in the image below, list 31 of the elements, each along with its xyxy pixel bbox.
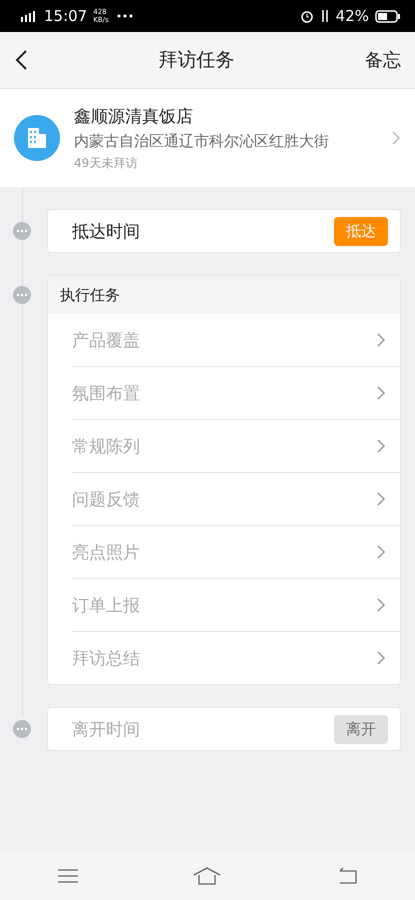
building-icon bbox=[14, 115, 60, 161]
chevron-icon bbox=[376, 491, 386, 507]
chevron-icon bbox=[376, 650, 386, 666]
leave-time-label: 离开时间 bbox=[72, 718, 141, 740]
task-header: 执行任务 bbox=[60, 286, 120, 304]
store-name: 鑫顺源清真饭店 bbox=[74, 106, 194, 128]
chevron-icon bbox=[376, 544, 386, 560]
memo-button[interactable]: 备忘 bbox=[365, 48, 401, 72]
store-address: 内蒙古自治区通辽市科尔沁区红胜大街 bbox=[74, 132, 330, 150]
clock-time: 15:07 bbox=[44, 7, 88, 25]
store-card[interactable]: 鑫顺源清真饭店 内蒙古自治区通辽市科尔沁区红胜大街 49天未拜访 bbox=[0, 89, 415, 187]
back-icon[interactable] bbox=[14, 49, 28, 71]
more-icon bbox=[12, 719, 32, 739]
chevron-icon bbox=[376, 385, 386, 401]
battery-icon bbox=[375, 10, 401, 22]
battery-percent: 42% bbox=[336, 7, 369, 25]
page-title: 拜访任务 bbox=[158, 48, 236, 73]
more-icon bbox=[12, 221, 32, 241]
menu-icon[interactable] bbox=[57, 868, 80, 884]
home-icon[interactable] bbox=[193, 867, 222, 885]
more-icon bbox=[12, 285, 32, 305]
arrive-button[interactable]: 抵达 bbox=[334, 216, 388, 246]
signal-icon bbox=[20, 9, 38, 23]
more-icon bbox=[117, 14, 134, 18]
chevron-icon bbox=[391, 130, 401, 146]
chevron-icon bbox=[376, 438, 386, 454]
chevron-icon bbox=[376, 332, 386, 348]
arrive-time-label: 抵达时间 bbox=[72, 220, 141, 242]
alarm-icon bbox=[300, 9, 314, 23]
chevron-icon bbox=[376, 597, 386, 613]
last-visit: 49天未拜访 bbox=[74, 154, 138, 172]
